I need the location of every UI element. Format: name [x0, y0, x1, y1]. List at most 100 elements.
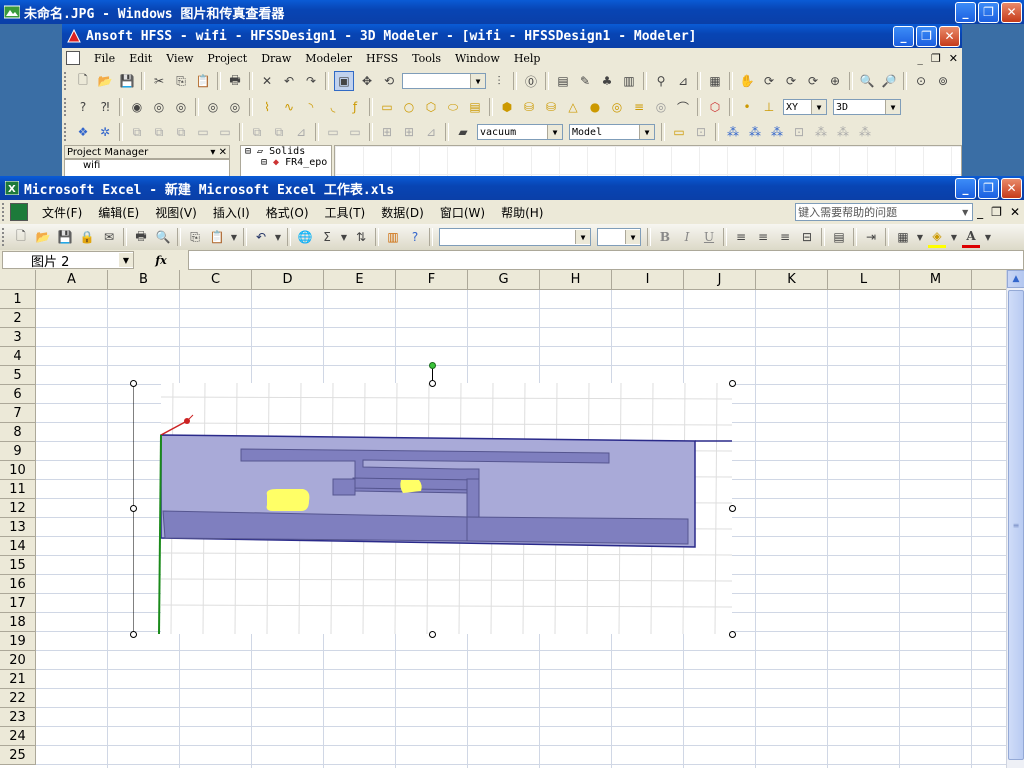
row-header-13[interactable]: 13 — [0, 518, 36, 537]
excel-mdi-minimize-button[interactable]: _ — [977, 205, 983, 219]
row-header-17[interactable]: 17 — [0, 594, 36, 613]
bondwire-icon[interactable]: ⌒ — [674, 98, 692, 116]
excel-preview-icon[interactable]: 🔍 — [154, 228, 172, 246]
help-question-box[interactable]: 键入需要帮助的问题 ▼ — [795, 203, 974, 221]
borders-icon[interactable]: ▦ — [894, 228, 912, 246]
row-header-6[interactable]: 6 — [0, 385, 36, 404]
op6-icon[interactable]: ⧉ — [248, 123, 266, 141]
region-icon[interactable]: ▤ — [466, 98, 484, 116]
zoom-in-icon[interactable]: 🔍 — [858, 72, 876, 90]
axis4-icon[interactable]: ⊡ — [790, 123, 808, 141]
material-icon[interactable]: ▰ — [454, 123, 472, 141]
bold-button[interactable]: B — [656, 228, 674, 246]
row-header-12[interactable]: 12 — [0, 499, 36, 518]
align-center-icon[interactable]: ≡ — [754, 228, 772, 246]
arc-icon[interactable]: ◝ — [302, 98, 320, 116]
zoom-icon[interactable]: ⊕ — [826, 72, 844, 90]
sphere-icon[interactable]: ● — [586, 98, 604, 116]
axis2-icon[interactable]: ⁂ — [746, 123, 764, 141]
torus-icon[interactable]: ◎ — [608, 98, 626, 116]
op4-icon[interactable]: ▭ — [194, 123, 212, 141]
resize-handle-bottom[interactable] — [429, 631, 436, 638]
rotate-view3-icon[interactable]: ⟳ — [804, 72, 822, 90]
view-icon[interactable]: ◉ — [128, 98, 146, 116]
fill-color-dropdown-icon[interactable]: ▼ — [950, 228, 958, 246]
validate-icon[interactable]: ⓪ — [522, 72, 540, 90]
axis6-icon[interactable]: ⁂ — [834, 123, 852, 141]
column-header-g[interactable]: G — [468, 270, 540, 290]
coord-icon[interactable]: ▭ — [670, 123, 688, 141]
hfss-menu-draw[interactable]: Draw — [261, 52, 291, 65]
line-icon[interactable]: ⌇ — [258, 98, 276, 116]
project-manager-close-icon[interactable]: ▾ ✕ — [210, 147, 227, 158]
excel-menu-file[interactable]: 文件(F) — [42, 204, 82, 221]
hfss-menu-tools[interactable]: Tools — [412, 52, 441, 65]
hfss-menu-view[interactable]: View — [166, 52, 193, 65]
currency-icon[interactable]: ▤ — [830, 228, 848, 246]
resize-handle-bottom-right[interactable] — [729, 631, 736, 638]
edit-icon[interactable]: ✎ — [576, 72, 594, 90]
row-header-23[interactable]: 23 — [0, 708, 36, 727]
row-header-25[interactable]: 25 — [0, 746, 36, 765]
axis1-icon[interactable]: ⁂ — [724, 123, 742, 141]
excel-open-icon[interactable]: 📂 — [34, 228, 52, 246]
plane-icon[interactable]: ⊥ — [760, 98, 778, 116]
cylinder-icon[interactable]: ⛁ — [520, 98, 538, 116]
hfss-menu-help[interactable]: Help — [514, 52, 541, 65]
excel-mdi-restore-button[interactable]: ❐ — [991, 205, 1002, 219]
excel-undo-dropdown-icon[interactable]: ▼ — [274, 228, 282, 246]
borders-dropdown-icon[interactable]: ▼ — [916, 228, 924, 246]
font-name-combo[interactable]: ▼ — [439, 228, 591, 246]
report-icon[interactable]: ▤ — [554, 72, 572, 90]
delete-icon[interactable]: ✕ — [258, 72, 276, 90]
op12-icon[interactable]: ⊞ — [400, 123, 418, 141]
indent-icon[interactable]: ⇥ — [862, 228, 880, 246]
open-icon[interactable]: 📂 — [96, 72, 114, 90]
spiral-icon[interactable]: ◎ — [652, 98, 670, 116]
op2-icon[interactable]: ⧉ — [150, 123, 168, 141]
point-icon[interactable]: • — [738, 98, 756, 116]
rotate-handle[interactable] — [429, 362, 436, 369]
column-header-e[interactable]: E — [324, 270, 396, 290]
sheet-icon[interactable]: ⬡ — [706, 98, 724, 116]
row-header-7[interactable]: 7 — [0, 404, 36, 423]
tree-solids-row[interactable]: ⊟ ▱ Solids — [241, 146, 331, 157]
excel-close-button[interactable]: ✕ — [1001, 177, 1022, 199]
row-header-5[interactable]: 5 — [0, 366, 36, 385]
row-header-9[interactable]: 9 — [0, 442, 36, 461]
resize-handle-right[interactable] — [729, 505, 736, 512]
arc2-icon[interactable]: ◟ — [324, 98, 342, 116]
op9-icon[interactable]: ▭ — [324, 123, 342, 141]
view4-icon[interactable]: ◎ — [204, 98, 222, 116]
name-box[interactable]: 图片 2 ▼ — [2, 251, 134, 270]
row-header-15[interactable]: 15 — [0, 556, 36, 575]
cut-icon[interactable]: ✂ — [150, 72, 168, 90]
row-header-8[interactable]: 8 — [0, 423, 36, 442]
undo-icon[interactable]: ↶ — [280, 72, 298, 90]
excel-menu-insert[interactable]: 插入(I) — [213, 204, 250, 221]
print-icon[interactable]: 🖶 — [226, 72, 244, 90]
excel-sort-icon[interactable]: ⇅ — [352, 228, 370, 246]
align-right-icon[interactable]: ≡ — [776, 228, 794, 246]
excel-restore-button[interactable]: ❐ — [978, 177, 999, 199]
row-header-21[interactable]: 21 — [0, 670, 36, 689]
excel-copy-icon[interactable]: ⎘ — [186, 228, 204, 246]
formula-input[interactable] — [188, 250, 1024, 270]
cone-icon[interactable]: △ — [564, 98, 582, 116]
axis3-icon[interactable]: ⁂ — [768, 123, 786, 141]
circle-icon[interactable]: ○ — [400, 98, 418, 116]
excel-menu-help[interactable]: 帮助(H) — [501, 204, 543, 221]
row-header-2[interactable]: 2 — [0, 309, 36, 328]
row-header-3[interactable]: 3 — [0, 328, 36, 347]
row-header-11[interactable]: 11 — [0, 480, 36, 499]
field-icon[interactable]: ♣ — [598, 72, 616, 90]
column-header-a[interactable]: A — [36, 270, 108, 290]
tree-fr4-row[interactable]: ⊟ ◆ FR4_epo — [241, 157, 331, 168]
help-icon[interactable]: ? — [74, 98, 92, 116]
fill-color-icon[interactable]: ◈ — [928, 227, 946, 248]
excel-new-icon[interactable]: 🗋 — [12, 228, 30, 246]
excel-undo-icon[interactable]: ↶ — [252, 228, 270, 246]
move-icon[interactable]: ✥ — [358, 72, 376, 90]
plane-combo[interactable]: XY ▼ — [783, 99, 827, 115]
rotate-view2-icon[interactable]: ⟳ — [782, 72, 800, 90]
